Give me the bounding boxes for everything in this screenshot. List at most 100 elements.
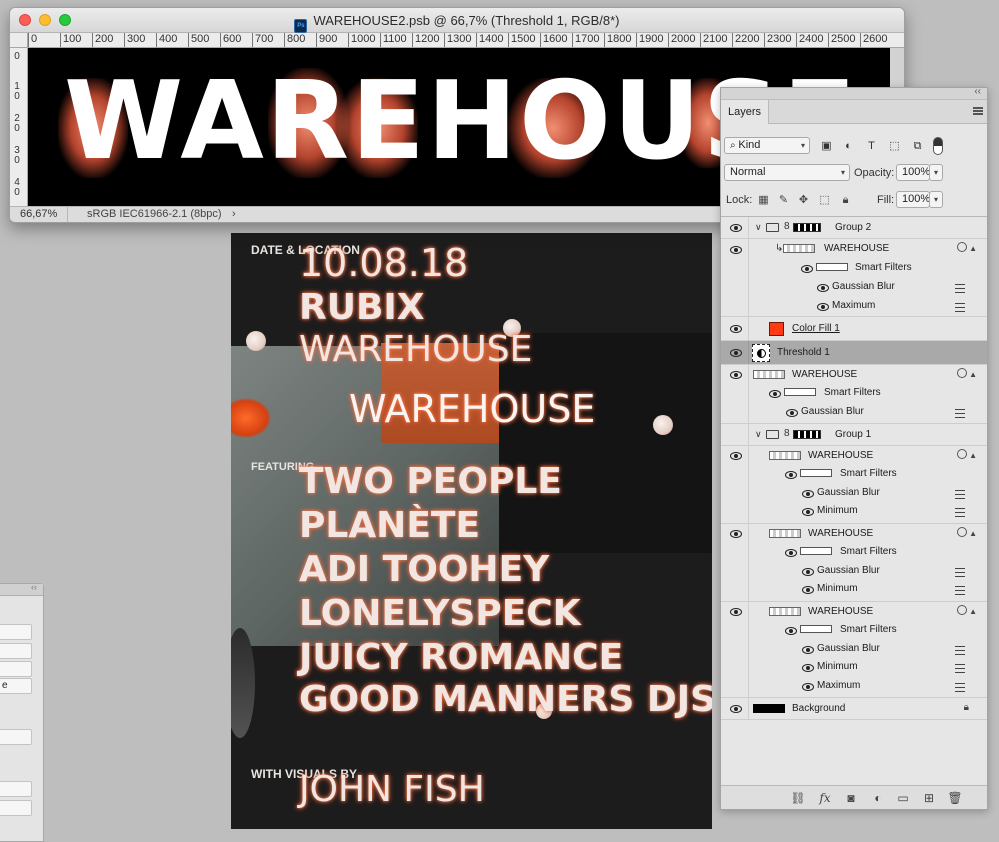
filter-options-icon[interactable] — [955, 664, 965, 673]
fx-icon[interactable]: fx — [817, 791, 833, 805]
visibility-eye-icon[interactable] — [730, 452, 742, 460]
filter-options-icon[interactable] — [955, 409, 965, 418]
chevron-up-icon[interactable]: ▲ — [969, 451, 977, 460]
field-3[interactable] — [0, 661, 32, 677]
fill-field[interactable]: 100% — [896, 191, 930, 208]
visibility-eye-icon[interactable] — [817, 284, 829, 292]
eye-column — [721, 239, 749, 316]
field-5[interactable] — [0, 729, 32, 745]
lock-image-icon[interactable]: ✎ — [777, 194, 790, 207]
visibility-eye-icon[interactable] — [785, 471, 797, 479]
filter-options-icon[interactable] — [955, 303, 965, 312]
visibility-eye-icon[interactable] — [769, 390, 781, 398]
blend-mode-select[interactable]: Normal ▾ — [724, 164, 850, 181]
layer-row-threshold[interactable]: Threshold 1 — [721, 341, 987, 365]
lock-artboard-icon[interactable]: ⬚ — [818, 194, 831, 207]
layer-row-warehouse-c[interactable]: WAREHOUSE ▲ Smart Filters Gaussian Blur … — [721, 446, 987, 524]
folder-icon — [766, 430, 779, 439]
chevron-up-icon[interactable]: ▲ — [969, 244, 977, 253]
layer-row-warehouse-d[interactable]: WAREHOUSE ▲ Smart Filters Gaussian Blur … — [721, 524, 987, 602]
chevron-up-icon[interactable]: ▲ — [969, 529, 977, 538]
lock-label: Lock: — [726, 194, 753, 206]
field-4[interactable]: e — [0, 678, 32, 694]
chevron-up-icon[interactable]: ▲ — [969, 607, 977, 616]
visibility-eye-icon[interactable] — [730, 530, 742, 538]
fill-dropdown[interactable]: ▾ — [929, 191, 943, 208]
visibility-eye-icon[interactable] — [730, 349, 742, 357]
lock-transparency-icon[interactable]: ▦ — [757, 194, 770, 207]
filter-smartobject-icon[interactable]: ⧉ — [911, 140, 924, 152]
visibility-eye-icon[interactable] — [802, 490, 814, 498]
ruler-tick: 0 — [14, 51, 20, 62]
panel-menu-icon[interactable] — [973, 107, 983, 115]
layer-row-warehouse-e[interactable]: WAREHOUSE ▲ Smart Filters Gaussian Blur … — [721, 602, 987, 698]
field-6[interactable] — [0, 781, 32, 797]
zoom-field[interactable]: 66,67% — [10, 207, 68, 222]
layer-row-group2[interactable]: ∨ 8 Group 2 — [721, 217, 987, 239]
filter-pixel-icon[interactable]: ▣ — [820, 140, 833, 152]
filter-shape-icon[interactable]: ⬚ — [888, 140, 901, 152]
layer-row-group1[interactable]: ∨ 8 Group 1 — [721, 424, 987, 446]
visibility-eye-icon[interactable] — [802, 568, 814, 576]
layer-thumbnail — [769, 607, 801, 616]
visibility-eye-icon[interactable] — [817, 303, 829, 311]
layer-row-warehouse-a[interactable]: ↳ WAREHOUSE ▲ Smart Filters Gaussian Blu… — [721, 239, 987, 317]
eye-column — [721, 317, 749, 340]
color-fill-swatch[interactable] — [769, 322, 784, 336]
new-layer-icon[interactable]: ⊞ — [921, 791, 937, 805]
visibility-eye-icon[interactable] — [802, 508, 814, 516]
filter-options-icon[interactable] — [955, 490, 965, 499]
layer-row-background[interactable]: Background 🔒︎ — [721, 698, 987, 720]
collapse-group-icon[interactable]: ∨ — [755, 429, 762, 440]
filter-options-icon[interactable] — [955, 568, 965, 577]
visibility-eye-icon[interactable] — [801, 265, 813, 273]
opacity-field[interactable]: 100% — [896, 164, 930, 181]
lock-all-icon[interactable]: 🔒︎ — [839, 194, 852, 207]
ruler-origin[interactable] — [10, 33, 28, 48]
visibility-eye-icon[interactable] — [730, 705, 742, 713]
visibility-eye-icon[interactable] — [785, 549, 797, 557]
filter-options-icon[interactable] — [955, 284, 965, 293]
visibility-eye-icon[interactable] — [730, 608, 742, 616]
link-layers-icon[interactable]: ⛓ — [790, 791, 806, 805]
visibility-eye-icon[interactable] — [730, 371, 742, 379]
lock-position-icon[interactable]: ✥ — [797, 194, 810, 207]
filter-options-icon[interactable] — [955, 683, 965, 692]
field-7[interactable] — [0, 800, 32, 816]
horizontal-ruler[interactable]: 0 100 200 300 400 500 600 700 800 900 10… — [28, 33, 904, 48]
filter-adjustment-icon[interactable]: ◐ — [842, 140, 855, 152]
adjustment-layer-icon[interactable]: ◐ — [870, 791, 886, 805]
tab-layers[interactable]: Layers — [721, 100, 769, 124]
filter-kind-select[interactable]: ⌕ Kind ▾ — [724, 137, 810, 154]
chevron-up-icon[interactable]: ▲ — [969, 370, 977, 379]
ruler-tick: 1700 — [572, 33, 599, 47]
document-titlebar[interactable]: Ps WAREHOUSE2.psb @ 66,7% (Threshold 1, R… — [10, 8, 904, 33]
new-group-icon[interactable]: ▭ — [895, 791, 911, 805]
field-1[interactable] — [0, 624, 32, 640]
filter-options-icon[interactable] — [955, 586, 965, 595]
layer-row-colorfill[interactable]: Color Fill 1 — [721, 317, 987, 341]
add-mask-icon[interactable]: ◙ — [843, 791, 859, 805]
visibility-eye-icon[interactable] — [802, 683, 814, 691]
background-window-collapse[interactable]: ‹‹ — [31, 582, 37, 592]
collapse-group-icon[interactable]: ∨ — [755, 222, 762, 233]
filter-options-icon[interactable] — [955, 646, 965, 655]
visibility-eye-icon[interactable] — [786, 409, 798, 417]
visibility-eye-icon[interactable] — [802, 664, 814, 672]
status-menu-arrow[interactable]: › — [232, 207, 236, 222]
visibility-eye-icon[interactable] — [802, 646, 814, 654]
visibility-eye-icon[interactable] — [730, 325, 742, 333]
filter-toggle-icon[interactable] — [933, 137, 943, 155]
filter-type-icon[interactable]: T — [865, 140, 878, 152]
layer-row-warehouse-b[interactable]: WAREHOUSE ▲ Smart Filters Gaussian Blur — [721, 365, 987, 424]
collapse-panel-icon[interactable]: ‹‹ — [974, 86, 981, 97]
vertical-ruler[interactable]: 0 1 0 2 0 3 0 4 0 — [10, 48, 28, 206]
visibility-eye-icon[interactable] — [802, 586, 814, 594]
filter-options-icon[interactable] — [955, 508, 965, 517]
visibility-eye-icon[interactable] — [730, 246, 742, 254]
field-2[interactable] — [0, 643, 32, 659]
visibility-eye-icon[interactable] — [785, 627, 797, 635]
opacity-dropdown[interactable]: ▾ — [929, 164, 943, 181]
visibility-eye-icon[interactable] — [730, 224, 742, 232]
delete-icon[interactable]: 🗑︎ — [947, 791, 963, 805]
